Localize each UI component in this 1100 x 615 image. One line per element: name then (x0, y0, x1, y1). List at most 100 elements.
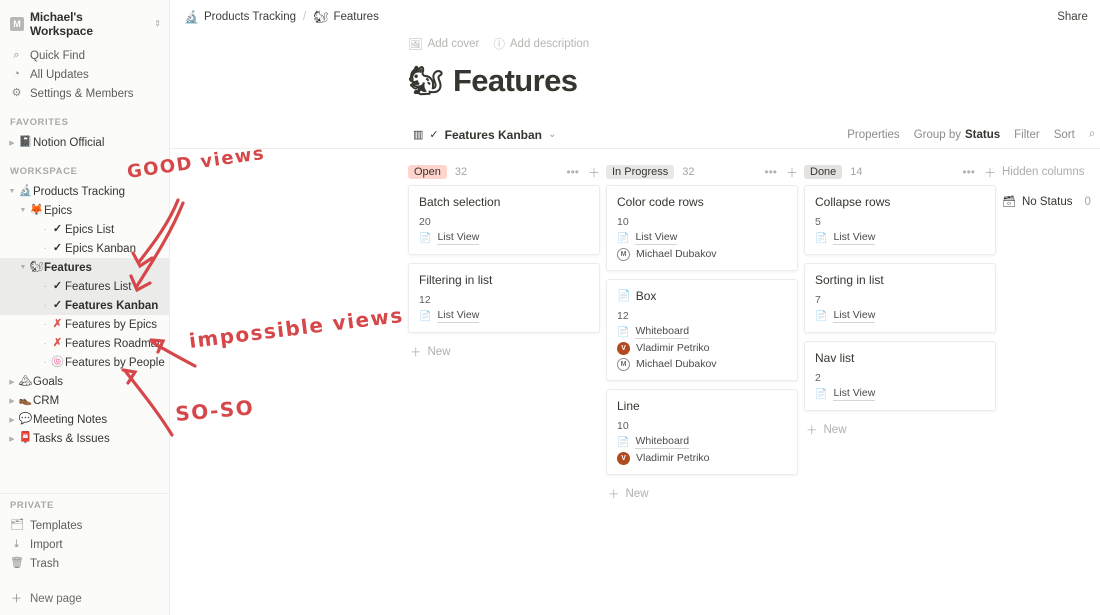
card-property[interactable]: M Michael Dubakov (617, 248, 787, 261)
sidebar-item-templates[interactable]: 🗂 Templates (0, 516, 169, 535)
sidebar-item-features[interactable]: ▼ 🐿 Features (0, 258, 169, 277)
sidebar-item-epics[interactable]: ▼ 🦊 Epics (0, 201, 169, 220)
breadcrumb-separator: / (303, 10, 307, 23)
filter-button[interactable]: Filter (1014, 129, 1040, 141)
kanban-card[interactable]: Color code rows 10 📄 List View M Michael Duba… (606, 185, 798, 271)
card-title-text: Line (617, 399, 640, 413)
sidebar-item-features-list[interactable]: · ✓ Features List (0, 277, 169, 296)
workspace-avatar: M (10, 17, 24, 31)
sidebar-item-features-kanban[interactable]: · ✓ Features Kanban (0, 296, 169, 315)
kanban-card[interactable]: Filtering in list 12 📄 List View (408, 263, 600, 333)
column-count: 32 (682, 166, 695, 178)
card-property[interactable]: 📄 Whiteboard (617, 325, 787, 339)
breadcrumb-item-products-tracking[interactable]: 🔬 Products Tracking (184, 10, 296, 24)
sidebar-item-label: Features by People (65, 356, 165, 369)
chevron-down-icon[interactable]: ▼ (6, 188, 18, 195)
column-more-icon[interactable]: ••• (764, 165, 777, 179)
sidebar-item-features-by-epics[interactable]: · ✗ Features by Epics (0, 315, 169, 334)
sidebar-item-epics-kanban[interactable]: · ✓ Epics Kanban (0, 239, 169, 258)
card-title: Line (617, 398, 787, 414)
kanban-card[interactable]: Line 10 📄 Whiteboard V Vladimir Petriko (606, 389, 798, 475)
column-more-icon[interactable]: ••• (566, 165, 579, 179)
page-icon: 📄 (617, 326, 630, 338)
archive-icon: 🗃 (1002, 196, 1016, 208)
card-property[interactable]: 📄 List View (815, 231, 985, 245)
sidebar-item-features-by-people[interactable]: · 🍥 Features by People (0, 353, 169, 372)
add-card-button[interactable]: ＋ New (804, 419, 996, 441)
sidebar-footer: PRIVATE 🗂 Templates ⤓ Import 🗑 Trash ＋ N… (0, 493, 169, 615)
chevron-right-icon[interactable]: ▶ (6, 397, 18, 405)
column-add-icon[interactable]: ＋ (984, 164, 996, 181)
card-property[interactable]: V Vladimir Petriko (617, 452, 787, 465)
chevron-down-icon[interactable]: ▼ (17, 207, 29, 214)
card-property[interactable]: 📄 List View (815, 309, 985, 323)
card-property[interactable]: 📄 List View (419, 231, 589, 245)
card-title: Color code rows (617, 194, 787, 210)
sidebar-item-tasks-issues[interactable]: ▶ 📮 Tasks & Issues (0, 429, 169, 448)
search-button[interactable]: ⌕ Search (1089, 128, 1100, 141)
workspace-switcher[interactable]: M Michael's Workspace ⇕ (0, 0, 169, 46)
sidebar-item-notion-official[interactable]: ▶ 📓 Notion Official (0, 133, 169, 152)
sort-button[interactable]: Sort (1054, 129, 1075, 141)
kanban-card[interactable]: Batch selection 20 📄 List View (408, 185, 600, 255)
kanban-card[interactable]: 📄 Box 12 📄 Whiteboard V Vladimir Petriko M Micha… (606, 279, 798, 381)
add-card-button[interactable]: ＋ New (606, 483, 798, 505)
properties-button[interactable]: Properties (847, 129, 899, 141)
kanban-card[interactable]: Collapse rows 5 📄 List View (804, 185, 996, 255)
new-page-button[interactable]: ＋ New page (0, 583, 169, 615)
column-more-icon[interactable]: ••• (962, 165, 975, 179)
card-property-label: List View (833, 231, 876, 245)
status-badge[interactable]: Open (408, 165, 447, 179)
kanban-card[interactable]: Sorting in list 7 📄 List View (804, 263, 996, 333)
add-description-button[interactable]: ⓘ Add description (493, 36, 589, 52)
sidebar-item-goals[interactable]: ▶ 🏔 Goals (0, 372, 169, 391)
sidebar-item-epics-list[interactable]: · ✓ Epics List (0, 220, 169, 239)
sidebar-item-trash[interactable]: 🗑 Trash (0, 554, 169, 573)
card-property[interactable]: 📄 List View (419, 309, 589, 323)
sidebar-item-features-roadmap[interactable]: · ✗ Features Roadmap (0, 334, 169, 353)
sidebar-item-label: CRM (33, 394, 60, 407)
card-property[interactable]: 📄 List View (815, 387, 985, 401)
status-badge[interactable]: In Progress (606, 165, 675, 179)
card-property[interactable]: 📄 List View (617, 231, 787, 245)
sidebar-item-all-updates[interactable]: ◔ All Updates (0, 65, 169, 84)
top-bar-actions: Share ✓ Updates Favorite ••• (1057, 10, 1100, 24)
add-cover-button[interactable]: 🖼 Add cover (408, 37, 479, 51)
card-property[interactable]: M Michael Dubakov (617, 358, 787, 371)
hidden-column-no-status[interactable]: 🗃 No Status 0 (1002, 195, 1100, 209)
add-card-button[interactable]: ＋ New (408, 341, 600, 363)
card-property[interactable]: V Vladimir Petriko (617, 342, 787, 355)
chevron-right-icon[interactable]: ▶ (6, 378, 18, 386)
column-add-icon[interactable]: ＋ (588, 164, 600, 181)
chevron-right-icon[interactable]: ▶ (6, 416, 18, 424)
card-property[interactable]: 📄 Whiteboard (617, 435, 787, 449)
tab-features-kanban[interactable]: ▥ ✓ Features Kanban ⌄ (408, 125, 561, 145)
sidebar-item-products-tracking[interactable]: ▼ 🔬 Products Tracking (0, 182, 169, 201)
page-icon: 📄 (617, 232, 630, 244)
breadcrumb-item-features[interactable]: 🐿 Features (313, 10, 379, 24)
check-icon: ✓ (52, 223, 63, 235)
status-badge[interactable]: Done (804, 165, 843, 179)
sidebar-item-quick-find[interactable]: ⌕ Quick Find (0, 46, 169, 65)
sidebar-item-import[interactable]: ⤓ Import (0, 535, 169, 554)
sidebar-item-crm[interactable]: ▶ 👞 CRM (0, 391, 169, 410)
chevron-right-icon[interactable]: ▶ (6, 139, 18, 147)
card-title-text: Nav list (815, 351, 855, 365)
share-button[interactable]: Share (1057, 11, 1088, 23)
kanban-card[interactable]: Nav list 2 📄 List View (804, 341, 996, 411)
top-bar: 🔬 Products Tracking / 🐿 Features Share ✓… (170, 0, 1100, 33)
page-icon: 📄 (815, 388, 828, 400)
sidebar-item-label: Trash (30, 557, 59, 570)
hidden-column-count: 0 (1084, 195, 1091, 208)
chevron-right-icon[interactable]: ▶ (6, 435, 18, 443)
sidebar-item-meeting-notes[interactable]: ▶ 💬 Meeting Notes (0, 410, 169, 429)
breadcrumb-label: Products Tracking (203, 10, 296, 23)
page-title-text[interactable]: Features (453, 63, 578, 99)
chevron-down-icon[interactable]: ▼ (17, 264, 29, 271)
card-number: 10 (617, 216, 629, 228)
squirrel-icon[interactable]: 🐿 (408, 67, 444, 95)
column-add-icon[interactable]: ＋ (786, 164, 798, 181)
sidebar-item-settings-members[interactable]: ⚙ Settings & Members (0, 84, 169, 103)
chevron-down-icon[interactable]: ⌄ (548, 129, 556, 140)
group-by-button[interactable]: Group by Status (914, 129, 1000, 141)
